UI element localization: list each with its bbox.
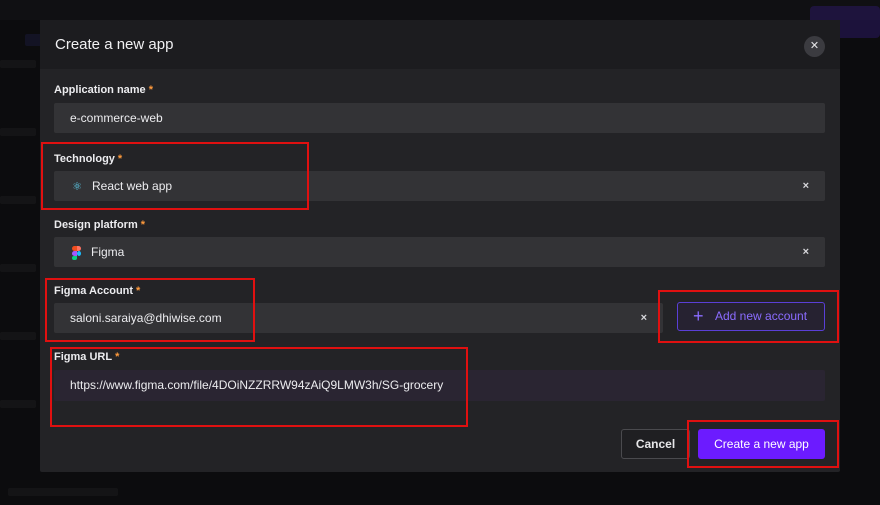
add-new-account-label: Add new account [715,309,808,323]
figma-account-label: Figma Account * [54,285,141,297]
modal-title: Create a new app [55,36,174,53]
modal-header: Create a new app ✕ [40,20,840,69]
design-platform-value: Figma [91,245,125,259]
app-name-value: e-commerce-web [70,111,163,125]
close-icon: ✕ [809,40,820,52]
add-new-account-button[interactable]: + Add new account [677,302,825,331]
create-app-modal: Create a new app ✕ Application name * e-c… [40,20,840,472]
design-platform-select[interactable]: Figma × [54,237,825,267]
close-button[interactable]: ✕ [804,36,825,57]
react-icon: ⚛ [72,180,82,193]
technology-label: Technology * [54,153,123,165]
figma-account-select[interactable]: saloni.saraiya@dhiwise.com × [54,303,663,333]
figma-account-value: saloni.saraiya@dhiwise.com [70,311,222,325]
figma-account-clear-icon[interactable]: × [641,303,647,333]
cancel-button[interactable]: Cancel [621,429,690,459]
figma-url-label: Figma URL * [54,351,120,363]
create-app-button[interactable]: Create a new app [698,429,825,459]
background-header [0,0,880,20]
figma-url-input[interactable]: https://www.figma.com/file/4DOiNZZRRW94z… [54,370,825,401]
technology-value: React web app [92,179,173,193]
figma-icon [72,245,81,260]
app-name-input[interactable]: e-commerce-web [54,103,825,133]
design-platform-clear-icon[interactable]: × [803,237,809,267]
app-name-label: Application name * [54,84,153,96]
technology-clear-icon[interactable]: × [803,171,809,201]
design-platform-label: Design platform * [54,219,146,231]
background-sidebar [0,60,40,480]
background-footer-text [8,488,118,496]
technology-select[interactable]: ⚛ React web app × [54,171,825,201]
figma-url-value: https://www.figma.com/file/4DOiNZZRRW94z… [70,378,444,392]
plus-icon: + [693,306,704,326]
